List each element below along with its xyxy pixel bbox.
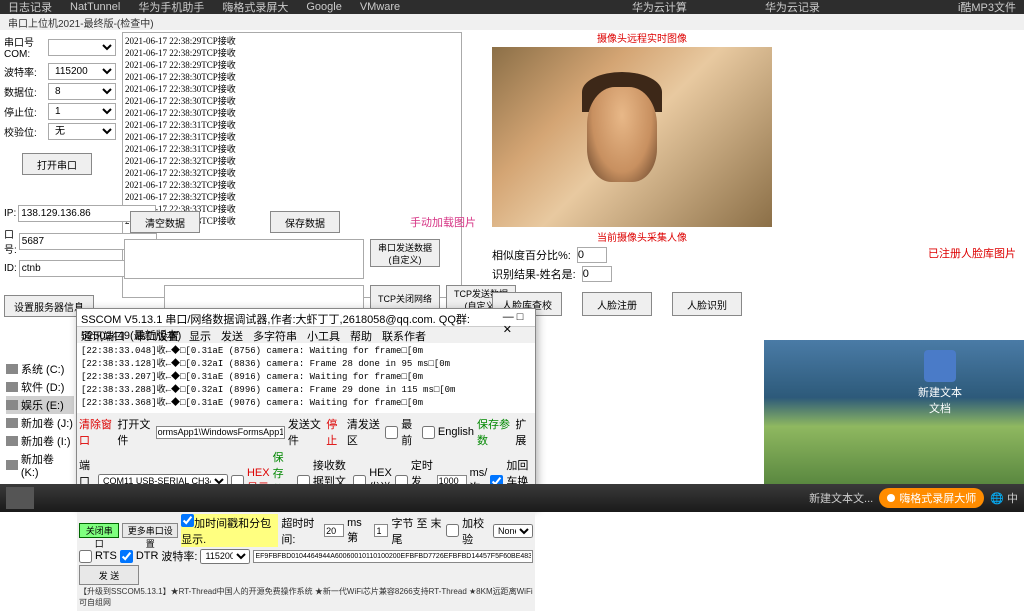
sscom-menu-item[interactable]: 小工具 [307,328,340,342]
res-label: 识别结果-姓名是: [492,266,576,282]
drive-item[interactable]: 新加卷 (I:) [6,432,74,450]
start-button[interactable] [6,487,34,509]
cam-caption: 当前摄像头采集人像 [492,229,792,244]
clear-button[interactable]: 清空数据 [130,211,200,233]
port-select[interactable] [48,39,116,56]
save-param-link[interactable]: 保存参数 [477,416,512,448]
sscom-menu-item[interactable]: 帮助 [350,328,372,342]
drive-item[interactable]: 娱乐 (E:) [6,396,74,414]
check-type-select[interactable]: None [493,524,533,538]
more-settings-button[interactable]: 更多串口设置 [122,523,178,538]
serial-send-button[interactable]: 串口发送数据 (自定义) [370,239,440,267]
sscom-menu-item[interactable]: 发送 [221,328,243,342]
parity-select[interactable]: 无 [48,123,116,140]
menu-item[interactable]: 嗨格式录屏大 [222,0,288,15]
checksum-check[interactable] [446,524,459,537]
sscom-menu-item[interactable]: 串口设置 [135,328,179,342]
cam-title: 摄像头远程实时图像 [492,30,792,45]
baud-label: 波特率: [4,64,46,79]
sscom-window: SSCOM V5.13.1 串口/网络数据调试器,作者:大虾丁丁,2618058… [76,308,536,508]
menu-item[interactable]: i酷MP3文件 [958,0,1016,15]
timestamp-check[interactable] [181,514,194,527]
sim-value[interactable] [577,247,607,263]
hex-data-input[interactable] [253,550,533,563]
window-controls[interactable]: — □ ✕ [503,311,531,324]
drive-item[interactable]: 新加卷 (K:) [6,450,74,480]
sscom-menu-item[interactable]: 通讯端口 [81,328,125,342]
sim-label: 相似度百分比%: [492,247,571,263]
serial-send-text[interactable] [124,239,364,279]
menu-item[interactable]: 华为云记录 [765,0,820,15]
window-title: 串口上位机2021-最终版-(检查中) [0,14,1024,30]
id-label: ID: [4,263,17,274]
top-menu-bar: 日志记录 NatTunnel 华为手机助手 嗨格式录屏大 Google VMwa… [0,0,1024,14]
sscom-log[interactable]: [22:38:33.048]收←◆□[0.31aE (8756) camera:… [77,343,535,413]
dtr-check[interactable] [120,550,133,563]
face-register-button[interactable]: 人脸注册 [582,292,652,316]
bytes-input[interactable] [374,524,388,537]
send-file-link[interactable]: 发送文件 [288,416,323,448]
menu-item[interactable]: 华为云计算 [632,0,687,15]
menu-item[interactable]: 华为手机助手 [138,0,204,15]
sscom-menu-item[interactable]: 显示 [189,328,211,342]
port-label: 串口号COM: [4,34,46,60]
english-check[interactable] [422,426,435,439]
save-button[interactable]: 保存数据 [270,211,340,233]
camera-panel: 摄像头远程实时图像 当前摄像头采集人像 相似度百分比%: 识别结果-姓名是: 人… [492,30,792,316]
sscom-menubar: 通讯端口串口设置显示发送多字符串小工具帮助联系作者 [77,327,535,343]
sscom-baud-select[interactable]: 115200 [200,549,250,564]
camera-image [492,47,772,227]
baud-select[interactable]: 115200 [48,63,116,80]
sscom-title-text: SSCOM V5.13.1 串口/网络数据调试器,作者:大虾丁丁,2618058… [81,311,503,324]
clear-send-link[interactable]: 清发送区 [347,416,382,448]
timeout-input[interactable] [324,524,344,537]
open-file-link[interactable]: 打开文件 [117,416,152,448]
drive-item[interactable]: 系统 (C:) [6,360,74,378]
taskbar: 新建文本文... 嗨格式录屏大师 🌐 中 [0,484,1024,512]
face-recognize-button[interactable]: 人脸识别 [672,292,742,316]
res-value[interactable] [582,266,612,282]
stop-label: 停止位: [4,104,46,119]
port-label2: 口号: [4,226,17,256]
taskbar-item[interactable]: 新建文本文... [809,490,873,506]
topmost-check[interactable] [385,426,398,439]
ip-label: IP: [4,208,16,219]
tray-ime-icon[interactable]: 🌐 中 [990,490,1018,506]
menu-item[interactable]: Google [306,1,341,13]
data-select[interactable]: 8 [48,83,116,100]
file-path-input[interactable] [156,426,285,439]
stop-select[interactable]: 1 [48,103,116,120]
drive-item[interactable]: 软件 (D:) [6,378,74,396]
sscom-menu-item[interactable]: 联系作者 [382,328,426,342]
recording-indicator[interactable]: 嗨格式录屏大师 [879,488,984,508]
close-port-button[interactable]: 关闭串口 [79,523,119,538]
drive-item[interactable]: 新加卷 (J:) [6,414,74,432]
registered-faces-label: 已注册人脸库图片 [928,245,1016,261]
manual-load-link[interactable]: 手动加载图片 [410,214,476,230]
rts-check[interactable] [79,550,92,563]
clear-window-link[interactable]: 清除窗口 [79,416,114,448]
data-label: 数据位: [4,84,46,99]
ext-link[interactable]: 扩展 [515,416,533,448]
desktop-doc-icon[interactable]: 新建文本文档 [916,350,964,416]
send-button[interactable]: 发 送 [79,565,139,585]
parity-label: 校验位: [4,124,46,139]
menu-item[interactable]: NatTunnel [70,1,120,13]
sscom-menu-item[interactable]: 多字符串 [253,328,297,342]
stop-link[interactable]: 停止 [326,416,344,448]
sscom-footer: 【升级到SSCOM5.13.1】★RT-Thread中国人的开源免费操作系统 ★… [79,586,533,608]
menu-item[interactable]: 日志记录 [8,0,52,15]
desktop-area: 新建文本文档 [764,340,1024,484]
open-port-button[interactable]: 打开串口 [22,153,92,175]
menu-item[interactable]: VMware [360,1,400,13]
